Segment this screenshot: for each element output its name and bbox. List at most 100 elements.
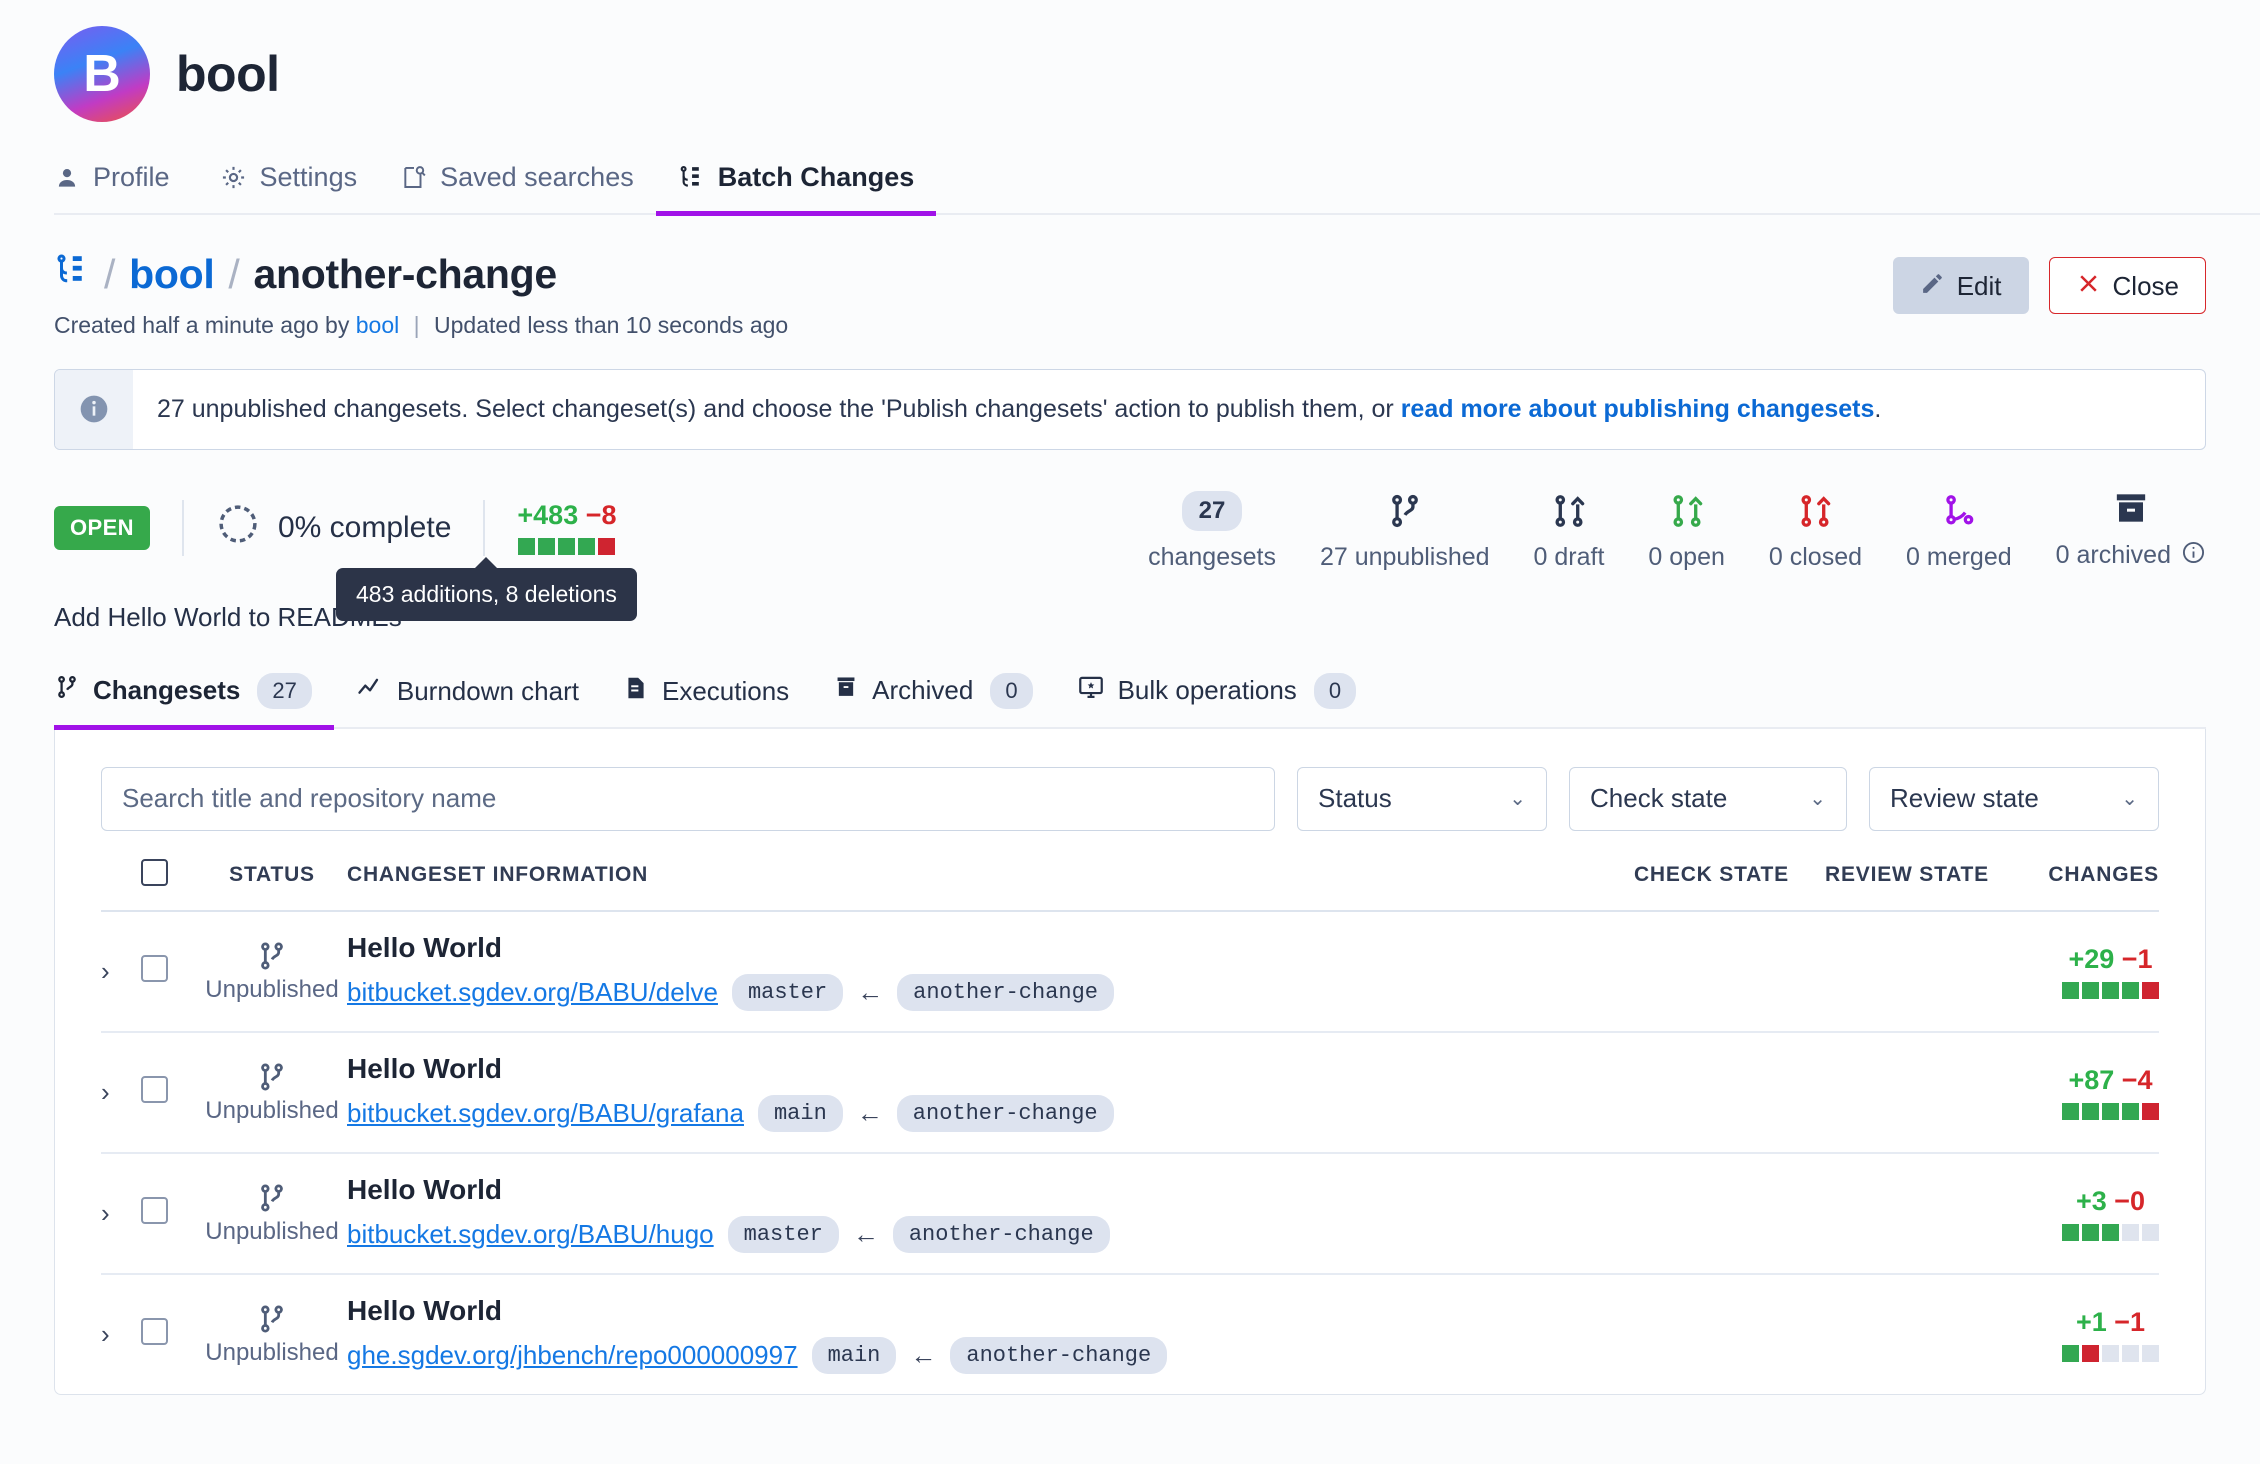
chevron-right-icon[interactable]: › [101, 1198, 127, 1229]
unpublished-branch-icon [1386, 487, 1424, 535]
chevron-right-icon[interactable]: › [101, 1319, 127, 1350]
info-circle-icon[interactable] [2181, 540, 2206, 572]
repository-link[interactable]: bitbucket.sgdev.org/BABU/hugo [347, 1219, 714, 1250]
chevron-right-icon[interactable]: › [101, 1077, 127, 1108]
created-by-link[interactable]: bool [356, 312, 399, 338]
repository-link[interactable]: ghe.sgdev.org/jhbench/repo000000997 [347, 1340, 798, 1371]
tab-changesets[interactable]: Changesets 27 [54, 665, 334, 730]
review-state-filter-label: Review state [1890, 783, 2039, 813]
stat-closed: 0 closed [1769, 487, 1862, 572]
th-check-state: CHECK STATE [1559, 858, 1789, 912]
diff-square [578, 538, 596, 555]
monitor-star-icon [1077, 673, 1105, 708]
diff-square [2062, 1102, 2079, 1120]
archive-icon [833, 673, 859, 708]
changeset-state-counts: 27 changesets 27 unpublished 0 draft 0 o… [1148, 484, 2206, 572]
stat-label: 0 archived [2056, 540, 2206, 572]
stat-merged: 0 merged [1906, 487, 2012, 572]
edit-button[interactable]: Edit [1892, 257, 2029, 314]
chevron-down-icon: ⌄ [1809, 787, 1826, 810]
review-state-cell [1789, 1274, 1989, 1394]
th-changes: CHANGES [1989, 858, 2159, 912]
diff-square [518, 538, 536, 555]
select-cell[interactable] [141, 1031, 197, 1154]
tab-label: Burndown chart [396, 675, 579, 706]
close-button[interactable]: Close [2048, 257, 2206, 314]
check-state-cell [1559, 1152, 1789, 1275]
pencil-icon [1920, 271, 1945, 300]
status-cell: Unpublished [197, 910, 347, 1033]
check-state-filter-select[interactable]: Check state ⌄ [1569, 766, 1847, 831]
created-text: Created half a minute ago by [54, 312, 350, 338]
tab-executions[interactable]: Executions [601, 666, 811, 730]
open-pr-icon [1668, 487, 1706, 535]
table-row[interactable]: › Unpublished Hell [101, 1152, 2159, 1275]
diff-square [2142, 1344, 2159, 1362]
expand-cell[interactable]: › [101, 1274, 141, 1394]
diff-square [2102, 1344, 2119, 1362]
tab-burndown-chart[interactable]: Burndown chart [334, 666, 601, 730]
nav-tab-saved-searches[interactable]: Saved searches [379, 156, 656, 216]
breadcrumb-namespace-link[interactable]: bool [129, 251, 215, 298]
changeset-title: Hello World [347, 931, 503, 963]
row-checkbox[interactable] [141, 1076, 168, 1103]
expand-cell[interactable]: › [101, 1031, 141, 1154]
diff-square [2082, 981, 2099, 999]
row-checkbox[interactable] [141, 955, 168, 982]
changeset-info-cell: Hello World bitbucket.sgdev.org/BABU/gra… [347, 1031, 1559, 1154]
repository-link[interactable]: bitbucket.sgdev.org/BABU/delve [347, 977, 718, 1008]
select-cell[interactable] [141, 1152, 197, 1275]
diff-square [2062, 1223, 2079, 1241]
row-diff-deleted: −4 [2121, 1064, 2153, 1095]
table-row[interactable]: › Unpublished Hell [101, 910, 2159, 1033]
progress-indicator: 0% complete [216, 502, 451, 554]
select-cell[interactable] [141, 1274, 197, 1394]
repository-link[interactable]: bitbucket.sgdev.org/BABU/grafana [347, 1098, 744, 1129]
row-diff-deleted: −0 [2114, 1185, 2146, 1216]
status-cell: Unpublished [197, 1274, 347, 1394]
tab-bulk-operations[interactable]: Bulk operations 0 [1055, 665, 1378, 730]
row-diff-numbers: +1 −1 [2076, 1307, 2145, 1338]
draft-pr-icon [1550, 487, 1588, 535]
page-title: bool [176, 46, 280, 102]
head-branch-chip: another-change [896, 1094, 1114, 1132]
nav-tab-profile[interactable]: Profile [54, 156, 192, 216]
nav-tab-batch-changes[interactable]: Batch Changes [655, 156, 937, 216]
table-row[interactable]: › Unpublished Hell [101, 1031, 2159, 1154]
changes-cell: +1 −1 [1989, 1274, 2159, 1394]
diff-square [2102, 981, 2119, 999]
row-diff-added: +3 [2075, 1185, 2107, 1216]
row-diff-added: +29 [2068, 943, 2115, 974]
review-state-filter-select[interactable]: Review state ⌄ [1869, 766, 2159, 831]
nav-tab-label: Profile [93, 162, 170, 192]
changes-cell: +29 −1 [1989, 910, 2159, 1033]
publish-docs-link[interactable]: read more about publishing changesets [1401, 395, 1875, 423]
select-all-checkbox[interactable] [141, 858, 168, 886]
batch-change-stats: OPEN 0% complete +483 −8 483 additions, … [54, 484, 2206, 621]
row-checkbox[interactable] [141, 1318, 168, 1345]
diff-added: +483 [517, 500, 579, 530]
expand-cell[interactable]: › [101, 1152, 141, 1275]
row-checkbox[interactable] [141, 1197, 168, 1224]
info-icon [55, 370, 133, 449]
select-cell[interactable] [141, 910, 197, 1033]
search-input[interactable] [101, 766, 1275, 831]
nav-tab-label: Batch Changes [717, 162, 915, 192]
diff-square [2062, 981, 2079, 999]
status-filter-select[interactable]: Status ⌄ [1297, 766, 1547, 831]
table-row[interactable]: › Unpublished Hell [101, 1274, 2159, 1394]
detail-subtabs: Changesets 27 Burndown chart Executions [54, 665, 2206, 730]
expand-cell[interactable]: › [101, 910, 141, 1033]
row-diff-numbers: +87 −4 [2068, 1065, 2152, 1096]
tab-archived[interactable]: Archived 0 [811, 665, 1054, 730]
status-cell: Unpublished [197, 1031, 347, 1154]
changesets-card: Status ⌄ Check state ⌄ Review state ⌄ [54, 728, 2206, 1395]
row-diff-added: +1 [2075, 1306, 2107, 1337]
diff-stat[interactable]: +483 −8 [517, 500, 617, 555]
nav-tab-settings[interactable]: Settings [198, 156, 380, 216]
row-diff-squares [2062, 981, 2159, 999]
base-branch-chip: main [811, 1336, 897, 1374]
diff-tooltip: 483 additions, 8 deletions [336, 556, 637, 621]
chevron-right-icon[interactable]: › [101, 956, 127, 987]
changeset-title: Hello World [347, 1052, 503, 1084]
